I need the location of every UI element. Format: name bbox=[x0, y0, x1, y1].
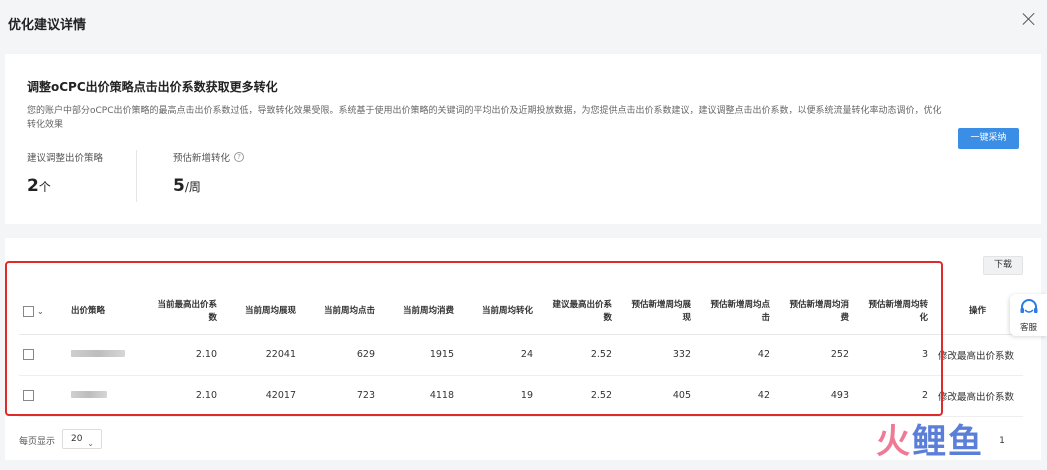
col-current-max-coef: 当前最高出价系数 bbox=[147, 290, 225, 335]
col-current-impressions: 当前周均展现 bbox=[225, 290, 304, 335]
metric-strategies-label: 建议调整出价策略 bbox=[27, 153, 104, 164]
col-suggested-max-coef: 建议最高出价系数 bbox=[541, 290, 620, 335]
suggested-max-coef: 2.52 bbox=[541, 334, 620, 376]
col-est-clicks: 预估新增周均点击 bbox=[699, 290, 778, 335]
col-est-impressions: 预估新增周均展现 bbox=[620, 290, 699, 335]
dialog-title: 优化建议详情 bbox=[8, 18, 87, 33]
col-current-conversions: 当前周均转化 bbox=[462, 290, 541, 335]
customer-service-button[interactable]: 客服 bbox=[1010, 294, 1047, 336]
row-checkbox[interactable] bbox=[23, 390, 34, 401]
col-est-spend: 预估新增周均消费 bbox=[778, 290, 857, 335]
suggested-max-coef: 2.52 bbox=[541, 375, 620, 417]
download-button[interactable]: 下载 bbox=[983, 256, 1023, 275]
est-clicks: 42 bbox=[699, 334, 778, 376]
current-max-coef: 2.10 bbox=[147, 375, 225, 417]
customer-service-label: 客服 bbox=[1019, 323, 1037, 333]
est-conversions: 2 bbox=[857, 375, 936, 417]
current-page[interactable]: 1 bbox=[994, 433, 1010, 449]
current-clicks: 629 bbox=[304, 334, 383, 376]
page-size-select[interactable]: 20 ⌄ bbox=[62, 429, 102, 449]
current-impressions: 42017 bbox=[225, 375, 304, 417]
adopt-all-button[interactable]: 一键采纳 bbox=[958, 128, 1019, 149]
suggestion-card: 调整oCPC出价策略点击出价系数获取更多转化 您的账户中部分oCPC出价策略的最… bbox=[5, 54, 1041, 224]
row-select-cell[interactable] bbox=[19, 375, 67, 417]
row-select-cell[interactable] bbox=[19, 334, 67, 376]
col-current-spend: 当前周均消费 bbox=[383, 290, 462, 335]
est-clicks: 42 bbox=[699, 375, 778, 417]
chevron-down-icon[interactable]: ⌄ bbox=[37, 305, 44, 318]
est-spend: 493 bbox=[778, 375, 857, 417]
current-conversions: 19 bbox=[462, 375, 541, 417]
metric-strategies: 建议调整出价策略 2个 bbox=[27, 150, 103, 196]
current-max-coef: 2.10 bbox=[147, 334, 225, 376]
est-impressions: 405 bbox=[620, 375, 699, 417]
metric-conversion-value: 5/周 bbox=[173, 176, 201, 196]
table-header-row: ⌄ 出价策略 当前最高出价系数 当前周均展现 当前周均点击 当前周均消费 当前周… bbox=[19, 290, 1023, 335]
edit-max-coef-link[interactable]: 修改最高出价系数 bbox=[936, 375, 1023, 417]
select-all-cell[interactable]: ⌄ bbox=[19, 290, 67, 335]
est-conversions: 3 bbox=[857, 334, 936, 376]
close-icon[interactable] bbox=[1021, 11, 1037, 27]
current-spend: 1915 bbox=[383, 334, 462, 376]
metric-conversion-label: 预估新增转化? bbox=[173, 150, 245, 164]
col-est-conversions: 预估新增周均转化 bbox=[857, 290, 936, 335]
est-impressions: 332 bbox=[620, 334, 699, 376]
table-row: 2.10 42017 723 4118 19 2.52 405 42 493 2… bbox=[19, 375, 1023, 417]
edit-max-coef-link[interactable]: 修改最高出价系数 bbox=[936, 334, 1023, 376]
table-row: 2.10 22041 629 1915 24 2.52 332 42 252 3… bbox=[19, 334, 1023, 376]
help-icon[interactable]: ? bbox=[234, 152, 245, 162]
current-impressions: 22041 bbox=[225, 334, 304, 376]
current-clicks: 723 bbox=[304, 375, 383, 417]
est-spend: 252 bbox=[778, 334, 857, 376]
current-spend: 4118 bbox=[383, 375, 462, 417]
chevron-down-icon: ⌄ bbox=[87, 439, 94, 448]
suggestion-description: 您的账户中部分oCPC出价策略的最高点击出价系数过低，导致转化效果受限。系统基于… bbox=[27, 106, 942, 130]
col-current-clicks: 当前周均点击 bbox=[304, 290, 383, 335]
select-all-checkbox[interactable] bbox=[23, 305, 34, 317]
watermark-logo: 火鲤鱼 bbox=[876, 422, 984, 462]
strategy-table: ⌄ 出价策略 当前最高出价系数 当前周均展现 当前周均点击 当前周均消费 当前周… bbox=[19, 290, 1023, 417]
current-conversions: 24 bbox=[462, 334, 541, 376]
metric-divider bbox=[136, 150, 137, 202]
page-size-label: 每页显示 bbox=[19, 437, 56, 447]
headset-icon bbox=[1020, 299, 1037, 313]
strategy-name-redacted bbox=[67, 334, 147, 376]
page-size-value: 20 bbox=[71, 434, 83, 444]
metric-strategies-value: 2个 bbox=[27, 176, 51, 196]
dialog-header: 优化建议详情 bbox=[0, 0, 1047, 44]
metric-conversion: 预估新增转化? 5/周 bbox=[173, 150, 245, 196]
col-strategy: 出价策略 bbox=[67, 290, 147, 335]
strategy-name-redacted bbox=[67, 375, 147, 417]
row-checkbox[interactable] bbox=[23, 349, 34, 360]
suggestion-title: 调整oCPC出价策略点击出价系数获取更多转化 bbox=[27, 80, 278, 94]
